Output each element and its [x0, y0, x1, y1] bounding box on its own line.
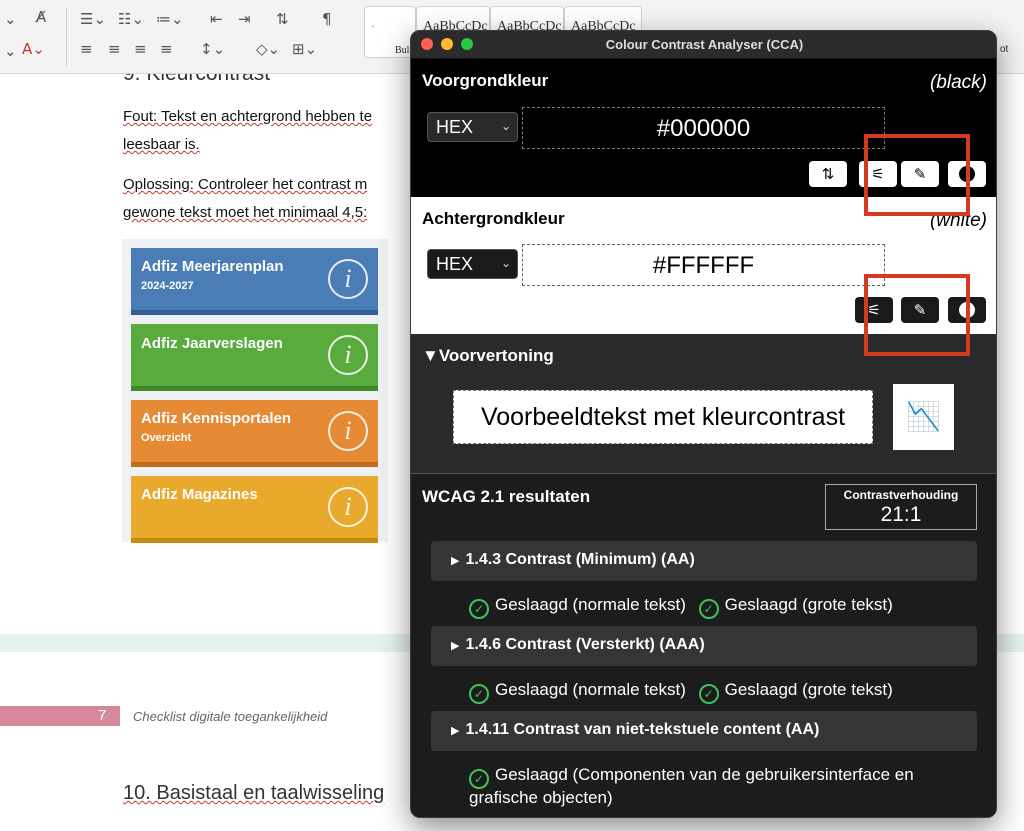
foreground-color-name: (black): [929, 72, 987, 93]
result-row: ✓ Geslaagd (Componenten van de gebruikers…: [469, 765, 914, 789]
result-row-continuation: grafische objecten): [469, 788, 613, 807]
info-icon: i: [328, 259, 368, 299]
info-icon: i: [328, 335, 368, 375]
foreground-format-select[interactable]: HEX ⌄: [427, 112, 518, 142]
style-gallery-item[interactable]: · Bul: [364, 6, 416, 58]
tile-magazines: Adfiz Magazines i: [131, 476, 378, 543]
tile-image: Adfiz Meerjarenplan 2024-2027 i Adfiz Ja…: [122, 239, 388, 543]
pilcrow-icon[interactable]: ¶: [322, 12, 332, 27]
window-title: Colour Contrast Analyser (CCA): [605, 37, 804, 52]
align-left-icon[interactable]: ≡: [80, 42, 93, 57]
result-row: ✓ Geslaagd (normale tekst) ✓ Geslaagd (gro…: [469, 680, 893, 704]
chart-icon[interactable]: 📉: [893, 384, 954, 450]
criterion-1-4-6[interactable]: ▶ 1.4.6 Contrast (Versterkt) (AAA): [431, 626, 977, 666]
contrast-ratio-value: 21:1: [880, 503, 922, 526]
paragraph-line: leesbaar is.: [123, 136, 200, 153]
footer-text: Checklist digitale toegankelijkheid: [133, 709, 328, 724]
highlight-box: [864, 274, 970, 356]
results-heading: WCAG 2.1 resultaten: [422, 487, 591, 506]
chevron-down-icon: ⌄: [500, 119, 511, 133]
paragraph-line: Oplossing: Controleer het contrast m: [123, 176, 368, 193]
info-icon: i: [328, 411, 368, 451]
preview-sample-text: Voorbeeldtekst met kleurcontrast: [453, 390, 873, 444]
criterion-1-4-3[interactable]: ▶ 1.4.3 Contrast (Minimum) (AA): [431, 541, 977, 581]
increase-indent-icon[interactable]: ⇥: [238, 12, 251, 27]
page-number: 7: [98, 707, 107, 724]
tile-shadow: [131, 462, 378, 467]
dropdown-chevron-icon[interactable]: ⌄: [4, 44, 17, 59]
swap-colors-button[interactable]: ⇅: [809, 161, 847, 187]
tile-shadow: [131, 386, 378, 391]
foreground-hex-input[interactable]: #000000: [522, 107, 885, 149]
background-hex-input[interactable]: #FFFFFF: [522, 244, 885, 286]
paragraph-line: gewone tekst moet het minimaal 4,5:: [123, 204, 368, 221]
shading-icon[interactable]: ◇⌄: [256, 42, 280, 57]
multilevel-list-icon[interactable]: ≔⌄: [156, 12, 184, 27]
section-heading: 9. Kleurcontrast: [123, 74, 270, 86]
tile-kennisportalen: Adfiz Kennisportalen Overzicht i: [131, 400, 378, 467]
bullet-list-icon[interactable]: ☰⌄: [80, 12, 106, 27]
check-icon: ✓: [469, 769, 489, 789]
clear-formatting-icon[interactable]: A̸: [36, 10, 46, 25]
background-format-select[interactable]: HEX ⌄: [427, 249, 518, 279]
font-color-icon[interactable]: A⌄: [22, 42, 45, 57]
contrast-ratio-box: Contrastverhouding 21:1: [825, 484, 977, 530]
tile-jaarverslagen: Adfiz Jaarverslagen i: [131, 324, 378, 391]
chevron-down-icon: ⌄: [500, 256, 511, 270]
align-right-icon[interactable]: ≡: [134, 42, 147, 57]
tile-shadow: [131, 538, 378, 543]
align-center-icon[interactable]: ≡: [108, 42, 121, 57]
disclosure-triangle-icon: ▶: [451, 724, 460, 737]
check-icon: ✓: [469, 684, 489, 704]
contrast-ratio-label: Contrastverhouding: [843, 488, 959, 502]
paragraph-line: Fout: Tekst en achtergrond hebben te: [123, 108, 373, 125]
title-bar[interactable]: Colour Contrast Analyser (CCA): [411, 31, 996, 59]
highlight-box: [864, 134, 970, 216]
results-panel: WCAG 2.1 resultaten Contrastverhouding 2…: [411, 474, 996, 817]
justify-icon[interactable]: ≡: [160, 42, 173, 57]
check-icon: ✓: [469, 599, 489, 619]
result-row: ✓ Geslaagd (normale tekst) ✓ Geslaagd (gro…: [469, 595, 893, 619]
info-icon: i: [328, 487, 368, 527]
criterion-1-4-11[interactable]: ▶ 1.4.11 Contrast van niet-tekstuele cont…: [431, 711, 977, 751]
preview-toggle[interactable]: ▼Voorvertoning: [422, 346, 554, 366]
tile-shadow: [131, 310, 378, 315]
foreground-label: Voorgrondkleur: [422, 71, 549, 90]
check-icon: ✓: [698, 599, 719, 619]
borders-icon[interactable]: ⊞⌄: [292, 42, 317, 57]
background-label: Achtergrondkleur: [422, 209, 565, 228]
section-heading: 10. Basistaal en taalwisseling: [123, 782, 385, 804]
decrease-indent-icon[interactable]: ⇤: [210, 12, 223, 27]
check-icon: ✓: [698, 684, 719, 704]
disclosure-triangle-icon: ▶: [451, 554, 460, 567]
disclosure-triangle-icon: ▶: [451, 639, 460, 652]
sort-icon[interactable]: ⇅: [276, 12, 289, 27]
ribbon-label-fragment: ot: [1000, 44, 1009, 55]
line-spacing-icon[interactable]: ↕⌄: [200, 42, 225, 57]
tile-meerjarenplan: Adfiz Meerjarenplan 2024-2027 i: [131, 248, 378, 315]
numbered-list-icon[interactable]: ☷⌄: [118, 12, 144, 27]
dropdown-chevron-icon[interactable]: ⌄: [4, 12, 17, 27]
ribbon-separator: [66, 8, 67, 66]
